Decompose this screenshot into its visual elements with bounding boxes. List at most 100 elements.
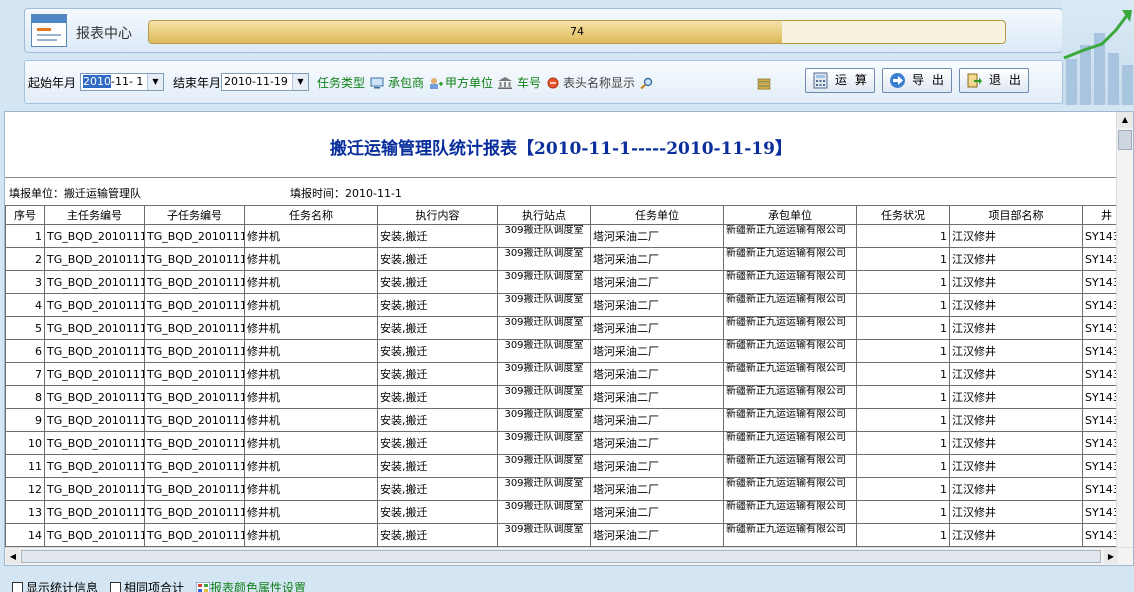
cell-content: 安装,搬迁 xyxy=(377,477,498,501)
cell-name: 修井机 xyxy=(244,408,378,432)
cell-status: 1 xyxy=(856,408,950,432)
cell-site: 309搬迁队调度室 xyxy=(497,247,591,271)
cell-main: TG_BQD_20101117_ xyxy=(44,270,145,294)
export-button[interactable]: 导 出 xyxy=(882,68,952,93)
bank-building-icon xyxy=(497,77,512,89)
cell-unit: 塔河采油二厂 xyxy=(590,362,724,386)
table-row[interactable]: 11TG_BQD_20101117_TG_BQD_20101117_修井机安装,… xyxy=(5,454,1131,478)
cell-no: 7 xyxy=(5,362,45,386)
column-header: 主任务编号 xyxy=(44,205,145,225)
cell-site: 309搬迁队调度室 xyxy=(497,339,591,363)
table-row[interactable]: 14TG_BQD_20101117_TG_BQD_20101117_修井机安装,… xyxy=(5,523,1131,547)
table-row[interactable]: 5TG_BQD_20101117_TG_BQD_20101117_修井机安装,搬… xyxy=(5,316,1131,340)
table-row[interactable]: 6TG_BQD_20101117_TG_BQD_20101117_修井机安装,搬… xyxy=(5,339,1131,363)
cell-contractor: 新疆新正九运运输有限公司 xyxy=(723,477,857,501)
table-row[interactable]: 7TG_BQD_20101117_TG_BQD_20101117_修井机安装,搬… xyxy=(5,362,1131,386)
end-month-select[interactable]: 2010-11-19 ▼ xyxy=(221,73,309,91)
cell-name: 修井机 xyxy=(244,270,378,294)
cell-no: 1 xyxy=(5,224,45,248)
cell-status: 1 xyxy=(856,454,950,478)
table-row[interactable]: 13TG_BQD_20101117_TG_BQD_20101117_修井机安装,… xyxy=(5,500,1131,524)
cell-unit: 塔河采油二厂 xyxy=(590,500,724,524)
cell-content: 安装,搬迁 xyxy=(377,224,498,248)
scroll-right-icon[interactable]: ▶ xyxy=(1104,549,1118,564)
same-total-checkbox[interactable]: 相同项合计 xyxy=(110,579,184,592)
vertical-scrollbar[interactable]: ▲ xyxy=(1116,112,1133,548)
cell-sub: TG_BQD_20101117_ xyxy=(144,362,245,386)
contractor-filter[interactable]: 承包商 xyxy=(388,74,443,91)
cell-no: 11 xyxy=(5,454,45,478)
header-title: 报表中心 xyxy=(76,26,132,42)
table-row[interactable]: 10TG_BQD_20101117_TG_BQD_20101117_修井机安装,… xyxy=(5,431,1131,455)
scroll-left-icon[interactable]: ◀ xyxy=(6,549,20,564)
report-table: 序号 主任务编号 子任务编号 任务名称 执行内容 执行站点 任务单位 承包单位 任务状况 项目部名… xyxy=(5,205,1131,547)
cell-site: 309搬迁队调度室 xyxy=(497,293,591,317)
report-time: 填报时间：2010-11-1 xyxy=(290,187,402,200)
cell-main: TG_BQD_20101117_ xyxy=(44,500,145,524)
table-row[interactable]: 1TG_BQD_20101117_TG_BQD_20101117_修井机安装,搬… xyxy=(5,224,1131,248)
cell-main: TG_BQD_20101117_ xyxy=(44,293,145,317)
horizontal-scroll-thumb[interactable] xyxy=(21,550,1101,563)
filter-toolbar: 起始年月 2010-11- 1 ▼ 结束年月 2010-11-19 ▼ 任务类型… xyxy=(24,60,1063,104)
cell-sub: TG_BQD_20101117_ xyxy=(144,408,245,432)
cell-sub: TG_BQD_20101117_ xyxy=(144,247,245,271)
horizontal-scrollbar[interactable]: ◀ ▶ xyxy=(5,547,1133,565)
cell-dept: 江汉修井 xyxy=(949,270,1083,294)
exit-button[interactable]: 退 出 xyxy=(959,68,1029,93)
cell-sub: TG_BQD_20101117_ xyxy=(144,477,245,501)
cell-no: 9 xyxy=(5,408,45,432)
table-row[interactable]: 4TG_BQD_20101117_TG_BQD_20101117_修井机安装,搬… xyxy=(5,293,1131,317)
table-row[interactable]: 2TG_BQD_20101117_TG_BQD_20101117_修井机安装,搬… xyxy=(5,247,1131,271)
cell-content: 安装,搬迁 xyxy=(377,293,498,317)
cell-name: 修井机 xyxy=(244,477,378,501)
column-header: 执行内容 xyxy=(377,205,498,225)
cell-unit: 塔河采油二厂 xyxy=(590,224,724,248)
cell-main: TG_BQD_20101117_ xyxy=(44,477,145,501)
table-header-row: 序号 主任务编号 子任务编号 任务名称 执行内容 执行站点 任务单位 承包单位 任务状况 项目部名… xyxy=(5,205,1131,225)
cell-status: 1 xyxy=(856,270,950,294)
cell-unit: 塔河采油二厂 xyxy=(590,339,724,363)
end-month-label: 结束年月 xyxy=(173,76,222,90)
exit-door-icon xyxy=(967,73,982,88)
vertical-scroll-thumb[interactable] xyxy=(1118,130,1132,150)
cell-content: 安装,搬迁 xyxy=(377,500,498,524)
table-row[interactable]: 9TG_BQD_20101117_TG_BQD_20101117_修井机安装,搬… xyxy=(5,408,1131,432)
cell-main: TG_BQD_20101117_ xyxy=(44,316,145,340)
cell-site: 309搬迁队调度室 xyxy=(497,362,591,386)
cell-content: 安装,搬迁 xyxy=(377,362,498,386)
cell-dept: 江汉修井 xyxy=(949,362,1083,386)
cell-unit: 塔河采油二厂 xyxy=(590,408,724,432)
column-header: 任务单位 xyxy=(590,205,724,225)
color-settings-link[interactable]: 报表颜色属性设置 xyxy=(195,579,306,592)
table-row[interactable]: 12TG_BQD_20101117_TG_BQD_20101117_修井机安装,… xyxy=(5,477,1131,501)
cell-sub: TG_BQD_20101117_ xyxy=(144,500,245,524)
cell-dept: 江汉修井 xyxy=(949,339,1083,363)
cell-no: 12 xyxy=(5,477,45,501)
stack-list-icon[interactable] xyxy=(757,78,771,90)
cell-unit: 塔河采油二厂 xyxy=(590,385,724,409)
table-row[interactable]: 8TG_BQD_20101117_TG_BQD_20101117_修井机安装,搬… xyxy=(5,385,1131,409)
party-a-filter[interactable]: 甲方单位 xyxy=(445,74,512,91)
calculate-button[interactable]: 运 算 xyxy=(805,68,875,93)
start-month-select[interactable]: 2010-11- 1 ▼ xyxy=(80,73,164,91)
cell-site: 309搬迁队调度室 xyxy=(497,385,591,409)
table-row[interactable]: 3TG_BQD_20101117_TG_BQD_20101117_修井机安装,搬… xyxy=(5,270,1131,294)
cell-dept: 江汉修井 xyxy=(949,408,1083,432)
cell-unit: 塔河采油二厂 xyxy=(590,523,724,547)
task-type-filter[interactable]: 任务类型 xyxy=(317,74,384,91)
scroll-up-icon[interactable]: ▲ xyxy=(1117,112,1133,128)
header-name-display[interactable]: 表头名称显示 xyxy=(563,74,654,91)
cell-no: 13 xyxy=(5,500,45,524)
cell-status: 1 xyxy=(856,477,950,501)
column-header: 任务状况 xyxy=(856,205,950,225)
show-stats-checkbox[interactable]: 显示统计信息 xyxy=(12,579,98,592)
cell-name: 修井机 xyxy=(244,454,378,478)
cell-status: 1 xyxy=(856,224,950,248)
chevron-down-icon: ▼ xyxy=(292,74,308,90)
cell-content: 安装,搬迁 xyxy=(377,339,498,363)
cell-dept: 江汉修井 xyxy=(949,454,1083,478)
vehicle-number-filter[interactable]: 车号 xyxy=(517,74,560,91)
cell-contractor: 新疆新正九运运输有限公司 xyxy=(723,339,857,363)
cell-main: TG_BQD_20101117_ xyxy=(44,408,145,432)
cell-contractor: 新疆新正九运运输有限公司 xyxy=(723,293,857,317)
